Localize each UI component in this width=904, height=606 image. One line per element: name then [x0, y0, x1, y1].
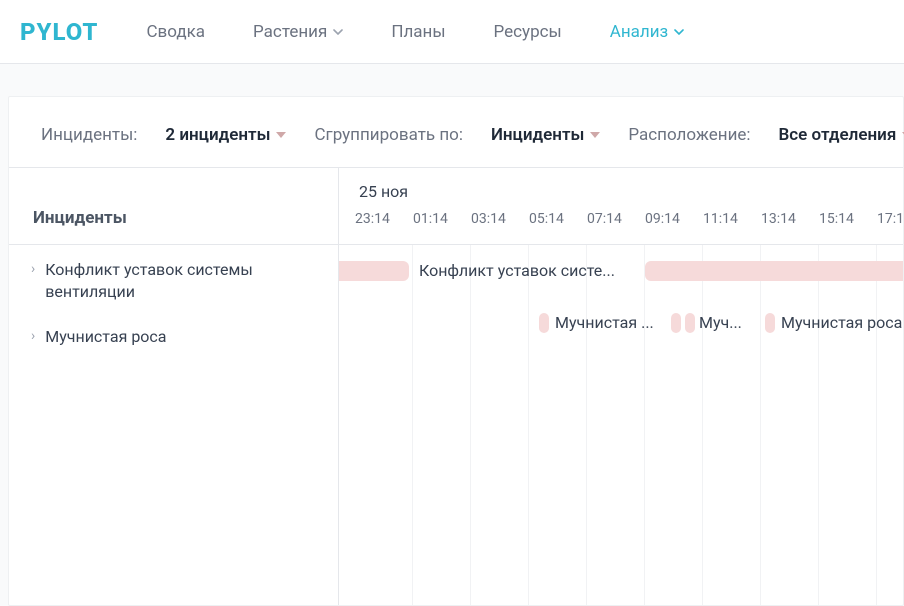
filter-group-label: Сгруппировать по: — [314, 125, 462, 145]
filter-group-value: Инциденты — [491, 125, 584, 145]
timeline-tick: 01:14 — [413, 211, 471, 227]
timeline-tick: 09:14 — [645, 211, 703, 227]
caret-down-icon — [276, 132, 286, 138]
incidents-sidebar: Инциденты › Конфликт уставок системы вент… — [9, 168, 339, 605]
main-nav: Сводка Растения Планы Ресурсы Анализ — [146, 22, 684, 42]
chevron-right-icon: › — [31, 261, 35, 277]
filter-location-label: Расположение: — [628, 125, 750, 145]
incident-bar-label: Мучнистая роса — [781, 313, 903, 333]
logo: PYLOT — [20, 18, 98, 46]
timeline-tick: 03:14 — [471, 211, 529, 227]
timeline-lane: Мучнистая ... Муч... Мучнистая роса — [339, 297, 903, 349]
incident-bar-label: Мучнистая ... — [555, 313, 663, 333]
nav-summary[interactable]: Сводка — [146, 22, 205, 42]
incident-bar[interactable] — [685, 313, 695, 333]
chevron-down-icon — [333, 27, 343, 37]
filter-group-dropdown[interactable]: Инциденты — [491, 125, 600, 145]
nav-analysis-label: Анализ — [610, 22, 668, 42]
nav-analysis[interactable]: Анализ — [610, 22, 684, 42]
timeline-tick: 15:14 — [819, 211, 877, 227]
incident-row[interactable]: › Мучнистая роса — [9, 312, 338, 358]
incident-bar-label: Муч... — [699, 313, 757, 333]
filter-location-dropdown[interactable]: Все отделения — [779, 125, 904, 145]
sidebar-header: Инциденты — [9, 168, 338, 245]
nav-summary-label: Сводка — [146, 22, 205, 42]
incident-label: Мучнистая роса — [45, 326, 166, 348]
timeline-lane: Конфликт уставок систе... — [339, 245, 903, 297]
incident-bar[interactable] — [765, 313, 775, 333]
chevron-down-icon — [674, 27, 684, 37]
nav-resources-label: Ресурсы — [494, 22, 562, 42]
topbar: PYLOT Сводка Растения Планы Ресурсы Анал… — [0, 0, 904, 64]
timeline-header: 25 ноя 23:1401:1403:1405:1407:1409:1411:… — [339, 168, 903, 245]
timeline-tick: 23:14 — [355, 211, 413, 227]
filters-bar: Инциденты: 2 инциденты Сгруппировать по:… — [9, 97, 903, 167]
timeline-tick: 13:14 — [761, 211, 819, 227]
filter-incidents-dropdown[interactable]: 2 инциденты — [165, 125, 286, 145]
filter-incidents-label: Инциденты: — [41, 125, 137, 145]
timeline-ticks: 23:1401:1403:1405:1407:1409:1411:1413:14… — [355, 211, 903, 227]
incident-bar[interactable] — [645, 261, 903, 281]
timeline-tick: 07:14 — [587, 211, 645, 227]
caret-down-icon — [590, 132, 600, 138]
chevron-right-icon: › — [31, 328, 35, 344]
incident-bar[interactable] — [339, 261, 409, 281]
incident-row[interactable]: › Конфликт уставок системы вентиляции — [9, 245, 338, 312]
timeline-date: 25 ноя — [355, 178, 903, 211]
nav-plans-label: Планы — [391, 22, 445, 42]
timeline[interactable]: 25 ноя 23:1401:1403:1405:1407:1409:1411:… — [339, 168, 903, 605]
filter-incidents-value: 2 инциденты — [165, 125, 270, 145]
timeline-tick: 11:14 — [703, 211, 761, 227]
incident-bar-label: Конфликт уставок систе... — [419, 261, 639, 281]
nav-resources[interactable]: Ресурсы — [494, 22, 562, 42]
timeline-tick: 05:14 — [529, 211, 587, 227]
nav-plants-label: Растения — [253, 22, 327, 42]
timeline-lanes: Конфликт уставок систе...Мучнистая ...Му… — [339, 245, 903, 605]
incident-bar[interactable] — [671, 313, 681, 333]
incident-list: › Конфликт уставок системы вентиляции › Муч… — [9, 245, 338, 358]
incident-bar[interactable] — [539, 313, 549, 333]
timeline-tick: 17:14 — [877, 211, 903, 227]
filter-location-value: Все отделения — [779, 125, 897, 145]
nav-plans[interactable]: Планы — [391, 22, 445, 42]
timeline-grid: Инциденты › Конфликт уставок системы вент… — [9, 167, 903, 605]
nav-plants[interactable]: Растения — [253, 22, 343, 42]
incidents-panel: Инциденты: 2 инциденты Сгруппировать по:… — [8, 96, 904, 606]
incident-label: Конфликт уставок системы вентиляции — [45, 259, 318, 302]
